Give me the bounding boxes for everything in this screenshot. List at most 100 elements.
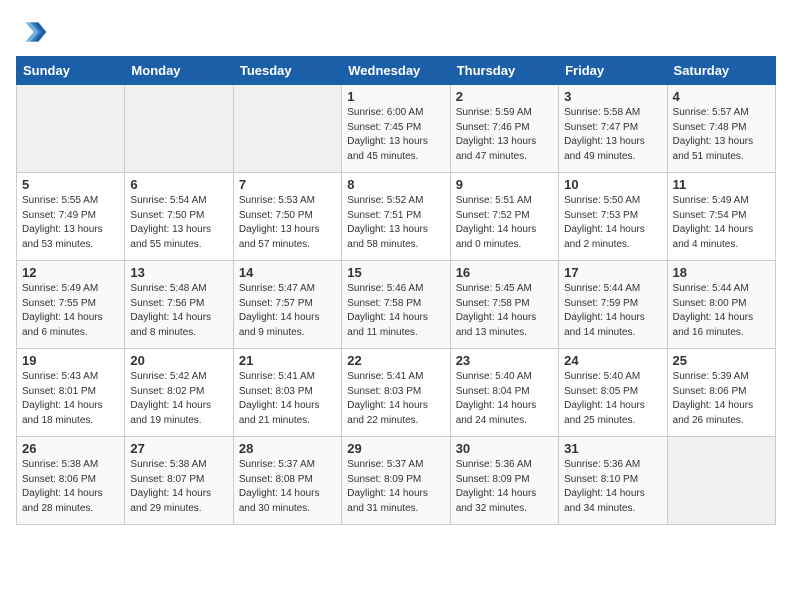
day-number: 24 (564, 353, 661, 368)
calendar-cell: 31 Sunrise: 5:36 AM Sunset: 8:10 PM Dayli… (559, 437, 667, 525)
column-header-saturday: Saturday (667, 57, 775, 85)
day-number: 19 (22, 353, 119, 368)
calendar-cell: 12 Sunrise: 5:49 AM Sunset: 7:55 PM Dayli… (17, 261, 125, 349)
logo-icon (16, 16, 48, 48)
day-number: 6 (130, 177, 227, 192)
day-number: 25 (673, 353, 770, 368)
day-number: 7 (239, 177, 336, 192)
day-number: 26 (22, 441, 119, 456)
day-number: 10 (564, 177, 661, 192)
calendar-cell: 11 Sunrise: 5:49 AM Sunset: 7:54 PM Dayli… (667, 173, 775, 261)
day-number: 8 (347, 177, 444, 192)
column-header-tuesday: Tuesday (233, 57, 341, 85)
calendar-cell: 14 Sunrise: 5:47 AM Sunset: 7:57 PM Dayli… (233, 261, 341, 349)
day-number: 18 (673, 265, 770, 280)
calendar-cell: 2Sunrise: 5:59 AM Sunset: 7:46 PM Daylig… (450, 85, 558, 173)
column-header-sunday: Sunday (17, 57, 125, 85)
calendar-cell: 19 Sunrise: 5:43 AM Sunset: 8:01 PM Dayli… (17, 349, 125, 437)
day-info: Sunrise: 5:57 AM Sunset: 7:48 PM Dayligh… (673, 106, 770, 164)
day-info: Sunrise: 5:50 AM Sunset: 7:53 PM Dayligh… (564, 194, 661, 252)
column-header-wednesday: Wednesday (342, 57, 450, 85)
day-info: Sunrise: 5:48 AM Sunset: 7:56 PM Dayligh… (130, 282, 227, 340)
calendar-cell (125, 85, 233, 173)
day-info: Sunrise: 5:58 AM Sunset: 7:47 PM Dayligh… (564, 106, 661, 164)
day-info: Sunrise: 5:49 AM Sunset: 7:55 PM Dayligh… (22, 282, 119, 340)
day-info: Sunrise: 5:44 AM Sunset: 8:00 PM Dayligh… (673, 282, 770, 340)
day-info: Sunrise: 5:55 AM Sunset: 7:49 PM Dayligh… (22, 194, 119, 252)
day-info: Sunrise: 5:39 AM Sunset: 8:06 PM Dayligh… (673, 370, 770, 428)
calendar-cell: 15 Sunrise: 5:46 AM Sunset: 7:58 PM Dayli… (342, 261, 450, 349)
calendar-cell: 29Sunrise: 5:37 AM Sunset: 8:09 PM Dayli… (342, 437, 450, 525)
calendar-cell: 8 Sunrise: 5:52 AM Sunset: 7:51 PM Daylig… (342, 173, 450, 261)
calendar-cell: 20 Sunrise: 5:42 AM Sunset: 8:02 PM Dayli… (125, 349, 233, 437)
day-number: 14 (239, 265, 336, 280)
day-number: 27 (130, 441, 227, 456)
day-info: Sunrise: 5:45 AM Sunset: 7:58 PM Dayligh… (456, 282, 553, 340)
day-number: 12 (22, 265, 119, 280)
calendar-cell: 26 Sunrise: 5:38 AM Sunset: 8:06 PM Dayli… (17, 437, 125, 525)
day-number: 4 (673, 89, 770, 104)
column-header-friday: Friday (559, 57, 667, 85)
calendar-cell: 6 Sunrise: 5:54 AM Sunset: 7:50 PM Daylig… (125, 173, 233, 261)
calendar-cell: 27 Sunrise: 5:38 AM Sunset: 8:07 PM Dayli… (125, 437, 233, 525)
day-number: 15 (347, 265, 444, 280)
day-number: 23 (456, 353, 553, 368)
day-number: 3 (564, 89, 661, 104)
day-number: 30 (456, 441, 553, 456)
day-number: 16 (456, 265, 553, 280)
day-info: Sunrise: 5:43 AM Sunset: 8:01 PM Dayligh… (22, 370, 119, 428)
calendar-cell: 22 Sunrise: 5:41 AM Sunset: 8:03 PM Dayli… (342, 349, 450, 437)
calendar-cell: 13 Sunrise: 5:48 AM Sunset: 7:56 PM Dayli… (125, 261, 233, 349)
day-info: Sunrise: 5:54 AM Sunset: 7:50 PM Dayligh… (130, 194, 227, 252)
day-number: 31 (564, 441, 661, 456)
calendar-cell: 4 Sunrise: 5:57 AM Sunset: 7:48 PM Daylig… (667, 85, 775, 173)
day-info: Sunrise: 5:42 AM Sunset: 8:02 PM Dayligh… (130, 370, 227, 428)
day-number: 20 (130, 353, 227, 368)
day-info: Sunrise: 5:52 AM Sunset: 7:51 PM Dayligh… (347, 194, 444, 252)
calendar-cell: 28Sunrise: 5:37 AM Sunset: 8:08 PM Dayli… (233, 437, 341, 525)
calendar-cell (233, 85, 341, 173)
calendar-cell: 23 Sunrise: 5:40 AM Sunset: 8:04 PM Dayli… (450, 349, 558, 437)
calendar-table: SundayMondayTuesdayWednesdayThursdayFrid… (16, 56, 776, 525)
week-row-2: 5Sunrise: 5:55 AM Sunset: 7:49 PM Daylig… (17, 173, 776, 261)
day-number: 1 (347, 89, 444, 104)
calendar-cell: 3 Sunrise: 5:58 AM Sunset: 7:47 PM Daylig… (559, 85, 667, 173)
column-header-monday: Monday (125, 57, 233, 85)
calendar-cell: 17Sunrise: 5:44 AM Sunset: 7:59 PM Dayli… (559, 261, 667, 349)
calendar-cell: 1 Sunrise: 6:00 AM Sunset: 7:45 PM Daylig… (342, 85, 450, 173)
calendar-header-row: SundayMondayTuesdayWednesdayThursdayFrid… (17, 57, 776, 85)
calendar-cell: 7Sunrise: 5:53 AM Sunset: 7:50 PM Daylig… (233, 173, 341, 261)
day-info: Sunrise: 5:49 AM Sunset: 7:54 PM Dayligh… (673, 194, 770, 252)
day-number: 17 (564, 265, 661, 280)
day-number: 22 (347, 353, 444, 368)
week-row-5: 26 Sunrise: 5:38 AM Sunset: 8:06 PM Dayli… (17, 437, 776, 525)
day-info: Sunrise: 6:00 AM Sunset: 7:45 PM Dayligh… (347, 106, 444, 164)
week-row-3: 12 Sunrise: 5:49 AM Sunset: 7:55 PM Dayli… (17, 261, 776, 349)
calendar-cell: 9Sunrise: 5:51 AM Sunset: 7:52 PM Daylig… (450, 173, 558, 261)
page-header (16, 16, 776, 48)
day-info: Sunrise: 5:46 AM Sunset: 7:58 PM Dayligh… (347, 282, 444, 340)
day-info: Sunrise: 5:37 AM Sunset: 8:09 PM Dayligh… (347, 458, 444, 516)
day-info: Sunrise: 5:38 AM Sunset: 8:07 PM Dayligh… (130, 458, 227, 516)
logo (16, 16, 52, 48)
day-number: 13 (130, 265, 227, 280)
day-info: Sunrise: 5:41 AM Sunset: 8:03 PM Dayligh… (347, 370, 444, 428)
day-info: Sunrise: 5:40 AM Sunset: 8:04 PM Dayligh… (456, 370, 553, 428)
day-info: Sunrise: 5:37 AM Sunset: 8:08 PM Dayligh… (239, 458, 336, 516)
day-number: 11 (673, 177, 770, 192)
day-info: Sunrise: 5:59 AM Sunset: 7:46 PM Dayligh… (456, 106, 553, 164)
day-info: Sunrise: 5:38 AM Sunset: 8:06 PM Dayligh… (22, 458, 119, 516)
calendar-cell (667, 437, 775, 525)
day-info: Sunrise: 5:36 AM Sunset: 8:10 PM Dayligh… (564, 458, 661, 516)
day-info: Sunrise: 5:41 AM Sunset: 8:03 PM Dayligh… (239, 370, 336, 428)
calendar-cell: 24Sunrise: 5:40 AM Sunset: 8:05 PM Dayli… (559, 349, 667, 437)
calendar-cell: 10 Sunrise: 5:50 AM Sunset: 7:53 PM Dayli… (559, 173, 667, 261)
calendar-cell: 18 Sunrise: 5:44 AM Sunset: 8:00 PM Dayli… (667, 261, 775, 349)
day-number: 21 (239, 353, 336, 368)
calendar-cell (17, 85, 125, 173)
day-info: Sunrise: 5:47 AM Sunset: 7:57 PM Dayligh… (239, 282, 336, 340)
calendar-cell: 25 Sunrise: 5:39 AM Sunset: 8:06 PM Dayli… (667, 349, 775, 437)
calendar-cell: 5Sunrise: 5:55 AM Sunset: 7:49 PM Daylig… (17, 173, 125, 261)
calendar-cell: 16 Sunrise: 5:45 AM Sunset: 7:58 PM Dayli… (450, 261, 558, 349)
day-info: Sunrise: 5:36 AM Sunset: 8:09 PM Dayligh… (456, 458, 553, 516)
